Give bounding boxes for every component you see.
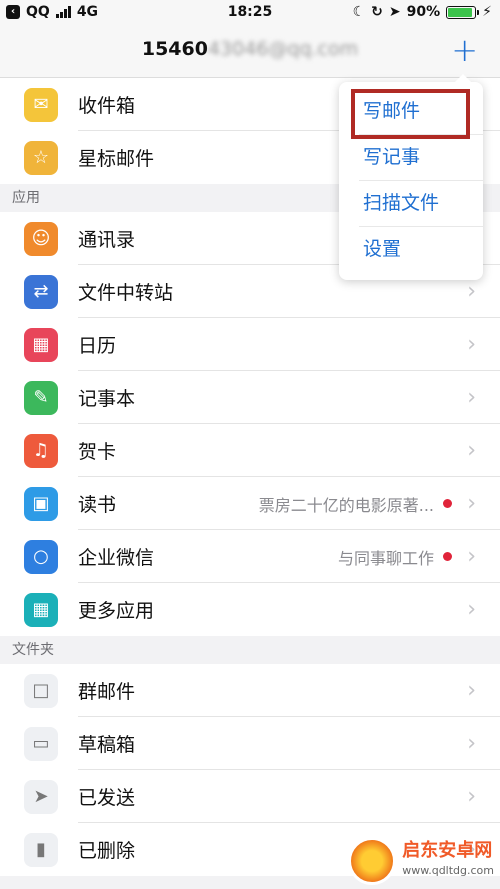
list-item-label: 日历	[78, 335, 117, 357]
chevron-right-icon: ›	[467, 544, 476, 569]
chevron-right-icon: ›	[467, 597, 476, 622]
list-item-label: 已发送	[78, 787, 136, 809]
card-icon: ♫	[24, 433, 58, 468]
chevron-right-icon: ›	[467, 731, 476, 756]
contacts-icon: ☺	[24, 221, 58, 256]
highlight-annotation	[351, 89, 470, 139]
list-item-label: 企业微信	[78, 547, 155, 569]
inbox-icon: ✉	[24, 87, 58, 122]
grid-icon: ▦	[24, 592, 58, 627]
list-item-label: 通讯录	[78, 229, 136, 251]
list-item-label: 读书	[78, 494, 117, 516]
menu-item-scan-file[interactable]: 扫描文件	[363, 180, 473, 226]
list-item-label: 已删除	[78, 840, 136, 862]
list-item-sent[interactable]: ➤ 已发送 ›	[0, 770, 500, 823]
chevron-right-icon: ›	[467, 332, 476, 357]
account-prefix: 15460	[141, 38, 208, 60]
list-item-drafts[interactable]: ▭ 草稿箱 ›	[0, 717, 500, 770]
list-item-more-apps[interactable]: ▦ 更多应用 ›	[0, 583, 500, 636]
battery-icon	[446, 5, 480, 19]
chevron-right-icon: ›	[467, 385, 476, 410]
unread-dot	[443, 552, 452, 561]
notepad-icon: ✎	[24, 380, 58, 415]
list-item-label: 收件箱	[78, 95, 136, 117]
chevron-right-icon: ›	[467, 784, 476, 809]
account-blurred: 43046@qq.com	[207, 38, 359, 60]
menu-item-new-note[interactable]: 写记事	[363, 134, 473, 180]
battery-percent: 90%	[406, 4, 441, 20]
drafts-icon: ▭	[24, 726, 58, 761]
list-item-group-mail[interactable]: □ 群邮件 ›	[0, 664, 500, 717]
rotation-lock-icon: ↻	[371, 4, 383, 20]
menu-item-settings[interactable]: 设置	[363, 226, 473, 272]
watermark-logo-icon	[348, 837, 397, 885]
nav-bar: 1546043046@qq.com +	[0, 26, 500, 78]
status-bar: ‹ QQ 4G 18:25 ☾ ↻ ➤ 90% ⚡	[0, 0, 500, 26]
list-item-label: 记事本	[78, 388, 136, 410]
unread-dot	[443, 499, 452, 508]
chevron-right-icon: ›	[467, 279, 476, 304]
section-header-folders: 文件夹	[0, 636, 500, 664]
moon-icon: ☾	[352, 4, 366, 20]
list-item-greeting-card[interactable]: ♫ 贺卡 ›	[0, 424, 500, 477]
list-item-label: 更多应用	[78, 600, 155, 622]
list-item-label: 草稿箱	[78, 734, 136, 756]
list-item-label: 群邮件	[78, 681, 136, 703]
trash-icon: ▮	[24, 832, 58, 867]
location-icon: ➤	[388, 4, 401, 20]
group-mail-icon: □	[24, 673, 58, 708]
chevron-right-icon: ›	[467, 678, 476, 703]
book-icon: ▣	[24, 486, 58, 521]
list-item-wework[interactable]: ○ 企业微信 与同事聊工作 ›	[0, 530, 500, 583]
watermark-name: 启东安卓网	[402, 840, 493, 861]
wework-icon: ○	[24, 539, 58, 574]
list-item-label: 文件中转站	[78, 282, 174, 304]
plus-icon[interactable]: +	[451, 34, 478, 66]
transfer-icon: ⇄	[24, 274, 58, 309]
account-title[interactable]: 1546043046@qq.com	[0, 38, 500, 60]
chevron-right-icon: ›	[467, 491, 476, 516]
watermark: 启东安卓网 www.qdltdg.com	[348, 837, 494, 885]
list-item-label: 星标邮件	[78, 148, 155, 170]
sent-icon: ➤	[24, 779, 58, 814]
list-item-label: 贺卡	[78, 441, 117, 463]
list-item-reading[interactable]: ▣ 读书 票房二十亿的电影原著... ›	[0, 477, 500, 530]
charging-icon: ⚡	[482, 4, 492, 20]
calendar-icon: ▦	[24, 327, 58, 362]
watermark-url: www.qdltdg.com	[402, 864, 494, 877]
list-item-subtitle: 票房二十亿的电影原著...	[258, 495, 434, 515]
list-item-subtitle: 与同事聊工作	[337, 548, 434, 568]
list-item-notepad[interactable]: ✎ 记事本 ›	[0, 371, 500, 424]
chevron-right-icon: ›	[467, 438, 476, 463]
star-icon: ☆	[24, 140, 58, 175]
list-item-calendar[interactable]: ▦ 日历 ›	[0, 318, 500, 371]
